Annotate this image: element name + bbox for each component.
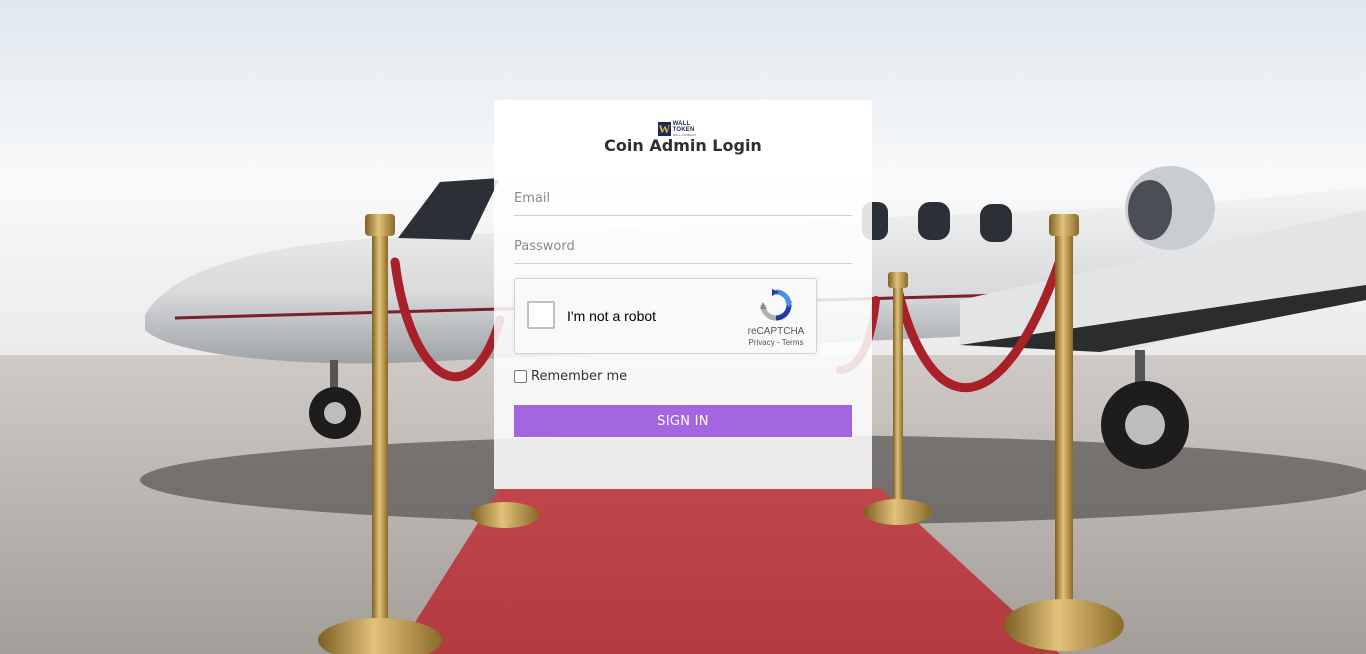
recaptcha-links: Privacy - Terms — [741, 338, 811, 347]
remember-me-checkbox[interactable] — [514, 369, 527, 383]
recaptcha-terms-link[interactable]: Terms — [782, 338, 804, 347]
remember-me-label: Remember me — [531, 368, 628, 384]
logo-icon: W — [658, 121, 671, 136]
logo-line-1: WALL TOKEN — [672, 120, 695, 133]
recaptcha-privacy-link[interactable]: Privacy — [749, 338, 775, 347]
recaptcha-brand: reCAPTCHA — [747, 326, 805, 337]
recaptcha-label: I'm not a robot — [567, 308, 657, 324]
email-field[interactable] — [514, 182, 852, 216]
recaptcha-widget: I'm not a robot reCAPTCHA Privacy - Term… — [514, 278, 817, 354]
recaptcha-icon — [760, 289, 792, 321]
login-card-header: W WALL TOKEN WALL.COMPANY Coin Admin Log… — [494, 100, 872, 180]
page-title: Coin Admin Login — [604, 136, 762, 155]
logo-text: WALL TOKEN WALL.COMPANY — [673, 121, 710, 137]
brand-logo: W WALL TOKEN WALL.COMPANY — [658, 121, 710, 136]
recaptcha-link-separator: - — [774, 338, 782, 347]
recaptcha-checkbox[interactable] — [527, 301, 555, 329]
login-card: W WALL TOKEN WALL.COMPANY Coin Admin Log… — [494, 100, 872, 489]
sign-in-button[interactable]: SIGN IN — [514, 405, 852, 437]
password-field[interactable] — [514, 230, 852, 264]
remember-me[interactable]: Remember me — [514, 368, 627, 384]
